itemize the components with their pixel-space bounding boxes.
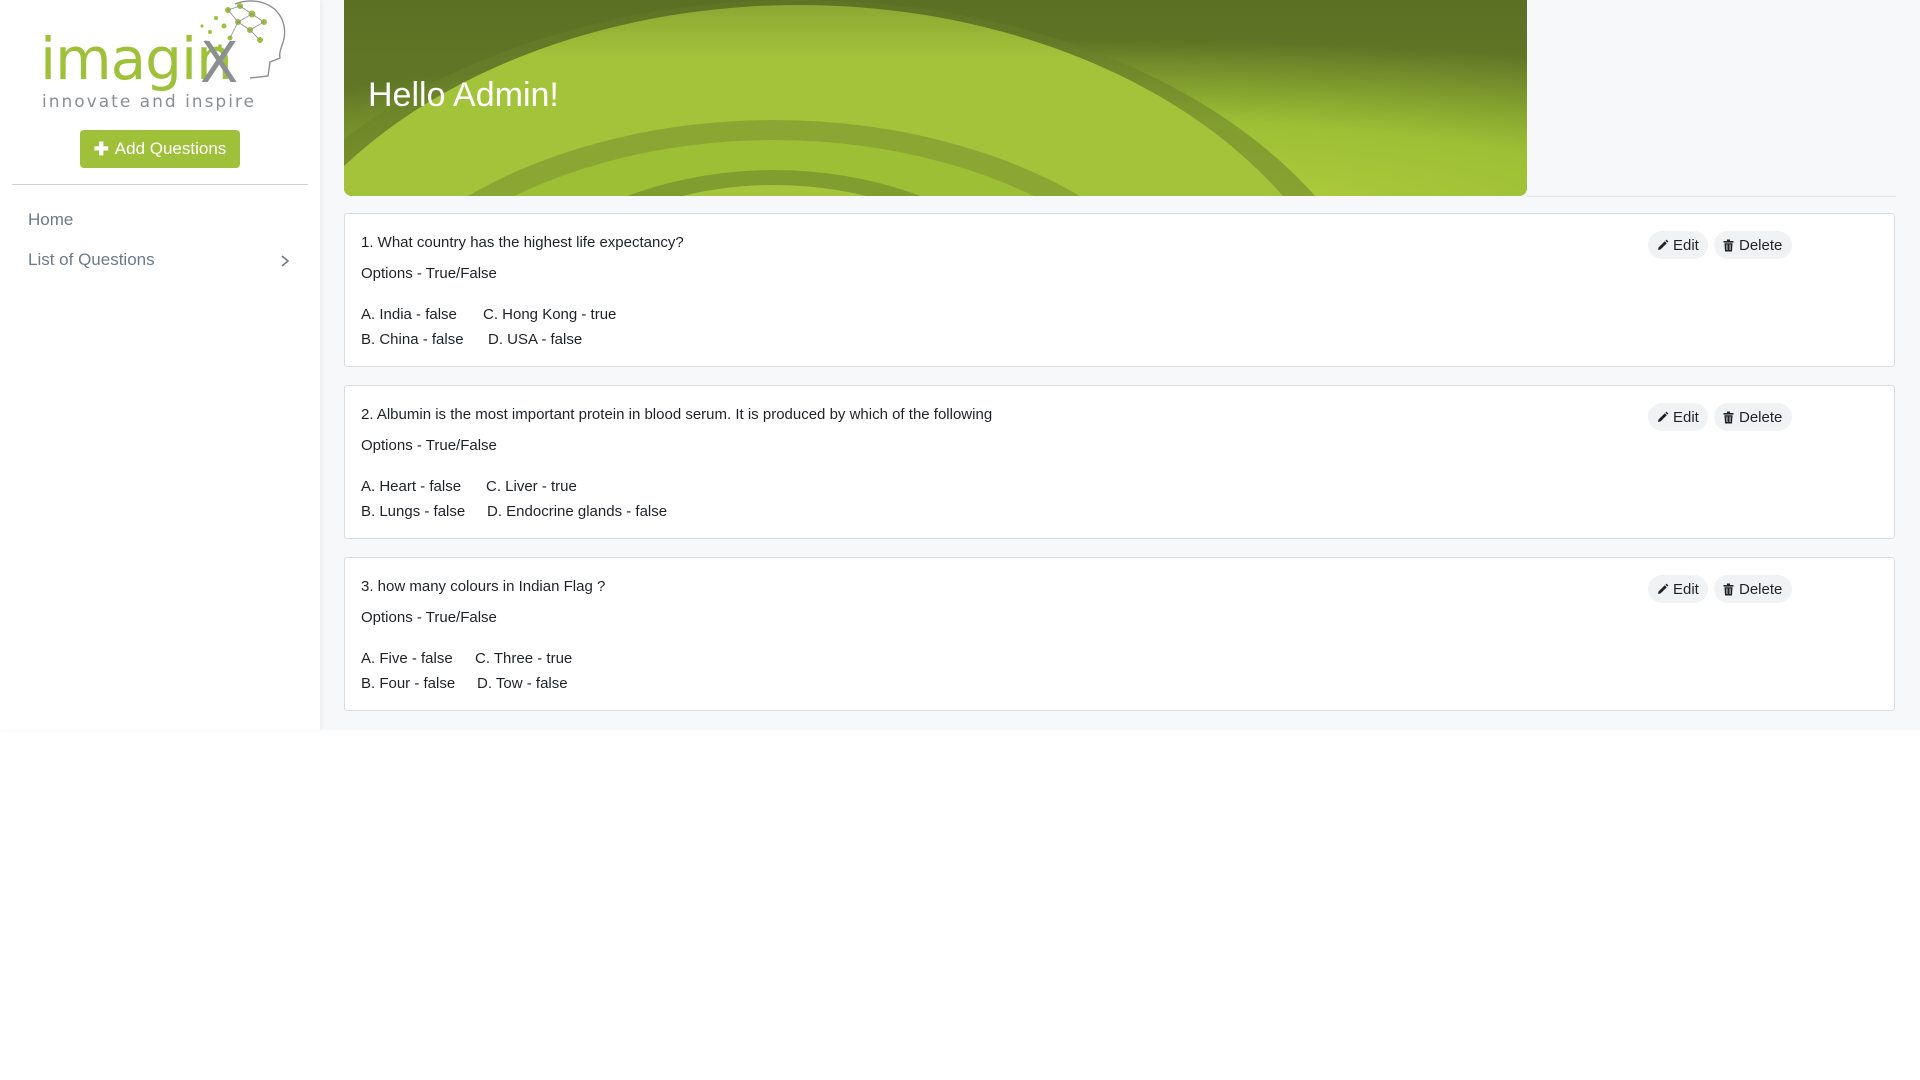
trash-icon: [1723, 239, 1734, 251]
question-card: 1. What country has the highest life exp…: [344, 213, 1895, 367]
edit-label: Edit: [1673, 408, 1699, 426]
delete-button[interactable]: Delete: [1714, 231, 1792, 259]
edit-button[interactable]: Edit: [1648, 575, 1708, 603]
trash-icon: [1723, 411, 1734, 423]
delete-label: Delete: [1739, 236, 1783, 254]
option-a: A. Five - false: [361, 650, 453, 667]
add-questions-button[interactable]: ✚ Add Questions: [80, 130, 240, 168]
brand-tagline: innovate and inspire: [42, 92, 257, 112]
question-type: Options - True/False: [361, 609, 497, 626]
delete-button[interactable]: Delete: [1714, 575, 1792, 603]
sidebar-item-label: List of Questions: [28, 250, 155, 269]
sidebar: imagin X innovate and inspire ✚ Add Ques…: [0, 0, 320, 730]
option-c: C. Liver - true: [486, 478, 577, 495]
option-d: D. USA - false: [488, 331, 583, 348]
trash-icon: [1723, 583, 1734, 595]
sidebar-item-list-of-questions[interactable]: List of Questions: [28, 250, 292, 270]
option-c: C. Three - true: [475, 650, 573, 667]
delete-label: Delete: [1739, 580, 1783, 598]
option-b: B. Four - false: [361, 675, 456, 692]
option-a: A. Heart - false: [361, 478, 462, 495]
pencil-icon: [1658, 411, 1669, 422]
option-b: B. Lungs - false: [361, 503, 466, 520]
question-text: 1. What country has the highest life exp…: [361, 234, 684, 251]
question-card: 2. Albumin is the most important protein…: [344, 385, 1895, 539]
brand-logo[interactable]: imagin X innovate and inspire: [30, 0, 290, 118]
delete-label: Delete: [1739, 408, 1783, 426]
add-questions-label: Add Questions: [114, 139, 227, 158]
header-divider: [1527, 196, 1896, 197]
question-text: 2. Albumin is the most important protein…: [361, 406, 993, 423]
sidebar-item-home[interactable]: Home: [28, 210, 73, 230]
question-type: Options - True/False: [361, 437, 497, 454]
app-shell: imagin X innovate and inspire ✚ Add Ques…: [0, 0, 1920, 730]
option-a: A. India - false: [361, 306, 457, 323]
page-title: Hello Admin!: [368, 76, 559, 114]
chevron-right-icon: [281, 255, 290, 267]
sidebar-item-label: Home: [28, 210, 74, 229]
option-b: B. China - false: [361, 331, 464, 348]
edit-label: Edit: [1673, 236, 1699, 254]
option-d: D. Tow - false: [477, 675, 568, 692]
question-card: 3. how many colours in Indian Flag ? Opt…: [344, 557, 1895, 711]
edit-button[interactable]: Edit: [1648, 231, 1708, 259]
edit-button[interactable]: Edit: [1648, 403, 1708, 431]
welcome-banner: Hello Admin!: [344, 0, 1527, 196]
brand-mark: X: [200, 31, 239, 96]
option-d: D. Endocrine glands - false: [487, 503, 668, 520]
sidebar-divider: [12, 184, 308, 185]
delete-button[interactable]: Delete: [1714, 403, 1792, 431]
pencil-icon: [1658, 583, 1669, 594]
option-c: C. Hong Kong - true: [483, 306, 617, 323]
edit-label: Edit: [1673, 580, 1699, 598]
question-text: 3. how many colours in Indian Flag ?: [361, 578, 606, 595]
question-type: Options - True/False: [361, 265, 497, 282]
pencil-icon: [1658, 239, 1669, 250]
plus-icon: ✚: [93, 138, 109, 159]
